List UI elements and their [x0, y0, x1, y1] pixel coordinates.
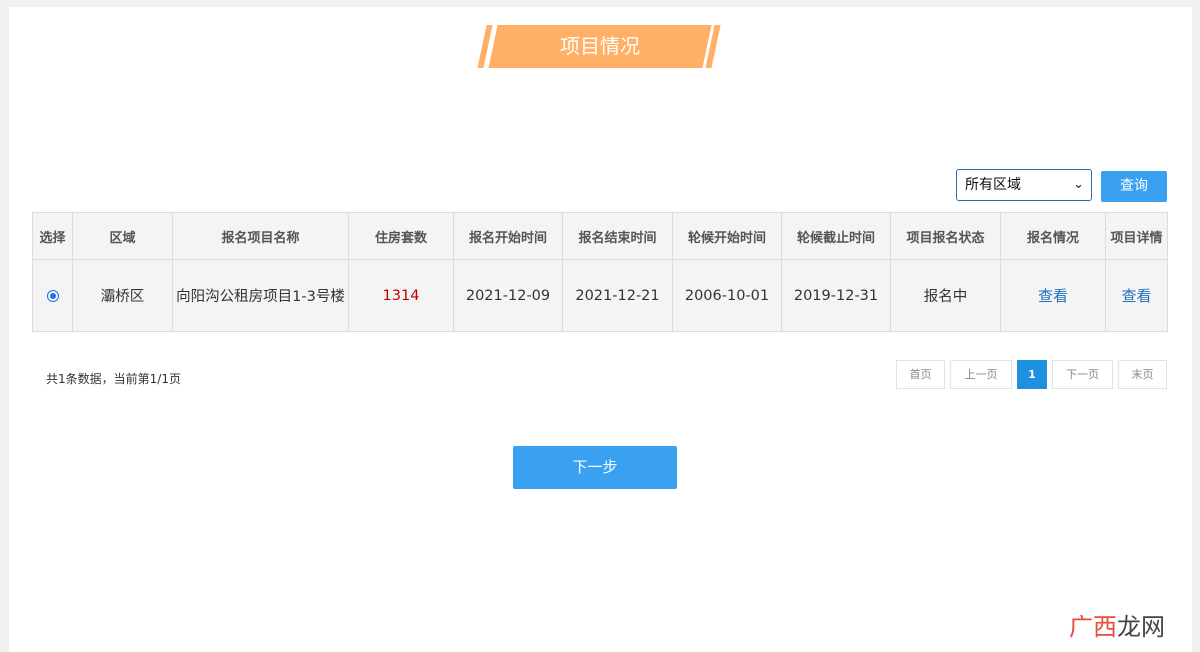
- page-1-button[interactable]: 1: [1017, 360, 1047, 389]
- col-header-queue-end: 轮候截止时间: [781, 212, 891, 260]
- site-watermark: 广西龙网: [1069, 607, 1165, 642]
- chevron-down-icon: ⌄: [1073, 177, 1084, 192]
- col-header-signup-info: 报名情况: [1000, 212, 1106, 260]
- col-header-select: 选择: [32, 212, 73, 260]
- page-title: 项目情况: [560, 34, 640, 58]
- col-header-detail: 项目详情: [1105, 212, 1168, 260]
- district-cell: 灞桥区: [72, 259, 173, 332]
- col-header-signup-end: 报名结束时间: [562, 212, 673, 260]
- query-button[interactable]: 查询: [1101, 171, 1167, 202]
- col-header-signup-start: 报名开始时间: [453, 212, 563, 260]
- title-banner: 项目情况: [477, 25, 722, 68]
- view-signup-link[interactable]: 查看: [1038, 287, 1068, 305]
- next-step-button[interactable]: 下一步: [513, 446, 677, 489]
- signup-info-cell: 查看: [1000, 259, 1106, 332]
- view-detail-link[interactable]: 查看: [1121, 287, 1151, 305]
- table-header-row: 选择 区域 报名项目名称 住房套数 报名开始时间 报名结束时间 轮候开始时间 轮…: [32, 212, 1168, 260]
- project-table: 选择 区域 报名项目名称 住房套数 报名开始时间 报名结束时间 轮候开始时间 轮…: [32, 212, 1168, 332]
- record-summary: 共1条数据，当前第1/1页: [46, 372, 181, 386]
- table-row: 灞桥区 向阳沟公租房项目1-3号楼 1314 2021-12-09 2021-1…: [32, 259, 1168, 332]
- last-page-button[interactable]: 末页: [1118, 360, 1167, 389]
- watermark-part2: 龙网: [1117, 613, 1165, 641]
- col-header-queue-start: 轮候开始时间: [672, 212, 782, 260]
- units-cell: 1314: [348, 259, 454, 332]
- row-select-cell: [32, 259, 73, 332]
- region-select[interactable]: 所有区域 ⌄: [956, 169, 1092, 201]
- detail-cell: 查看: [1105, 259, 1168, 332]
- first-page-button[interactable]: 首页: [896, 360, 945, 389]
- project-name-cell: 向阳沟公租房项目1-3号楼: [172, 259, 349, 332]
- status-cell: 报名中: [890, 259, 1001, 332]
- signup-end-cell: 2021-12-21: [562, 259, 673, 332]
- col-header-status: 项目报名状态: [890, 212, 1001, 260]
- col-header-project-name: 报名项目名称: [172, 212, 349, 260]
- next-page-button[interactable]: 下一页: [1052, 360, 1113, 389]
- signup-start-cell: 2021-12-09: [453, 259, 563, 332]
- row-select-radio[interactable]: [46, 289, 59, 302]
- watermark-part1: 广西: [1069, 613, 1117, 641]
- prev-page-button[interactable]: 上一页: [950, 360, 1012, 389]
- region-select-value: 所有区域: [965, 177, 1021, 193]
- queue-start-cell: 2006-10-01: [672, 259, 782, 332]
- col-header-units: 住房套数: [348, 212, 454, 260]
- col-header-district: 区域: [72, 212, 173, 260]
- queue-end-cell: 2019-12-31: [781, 259, 891, 332]
